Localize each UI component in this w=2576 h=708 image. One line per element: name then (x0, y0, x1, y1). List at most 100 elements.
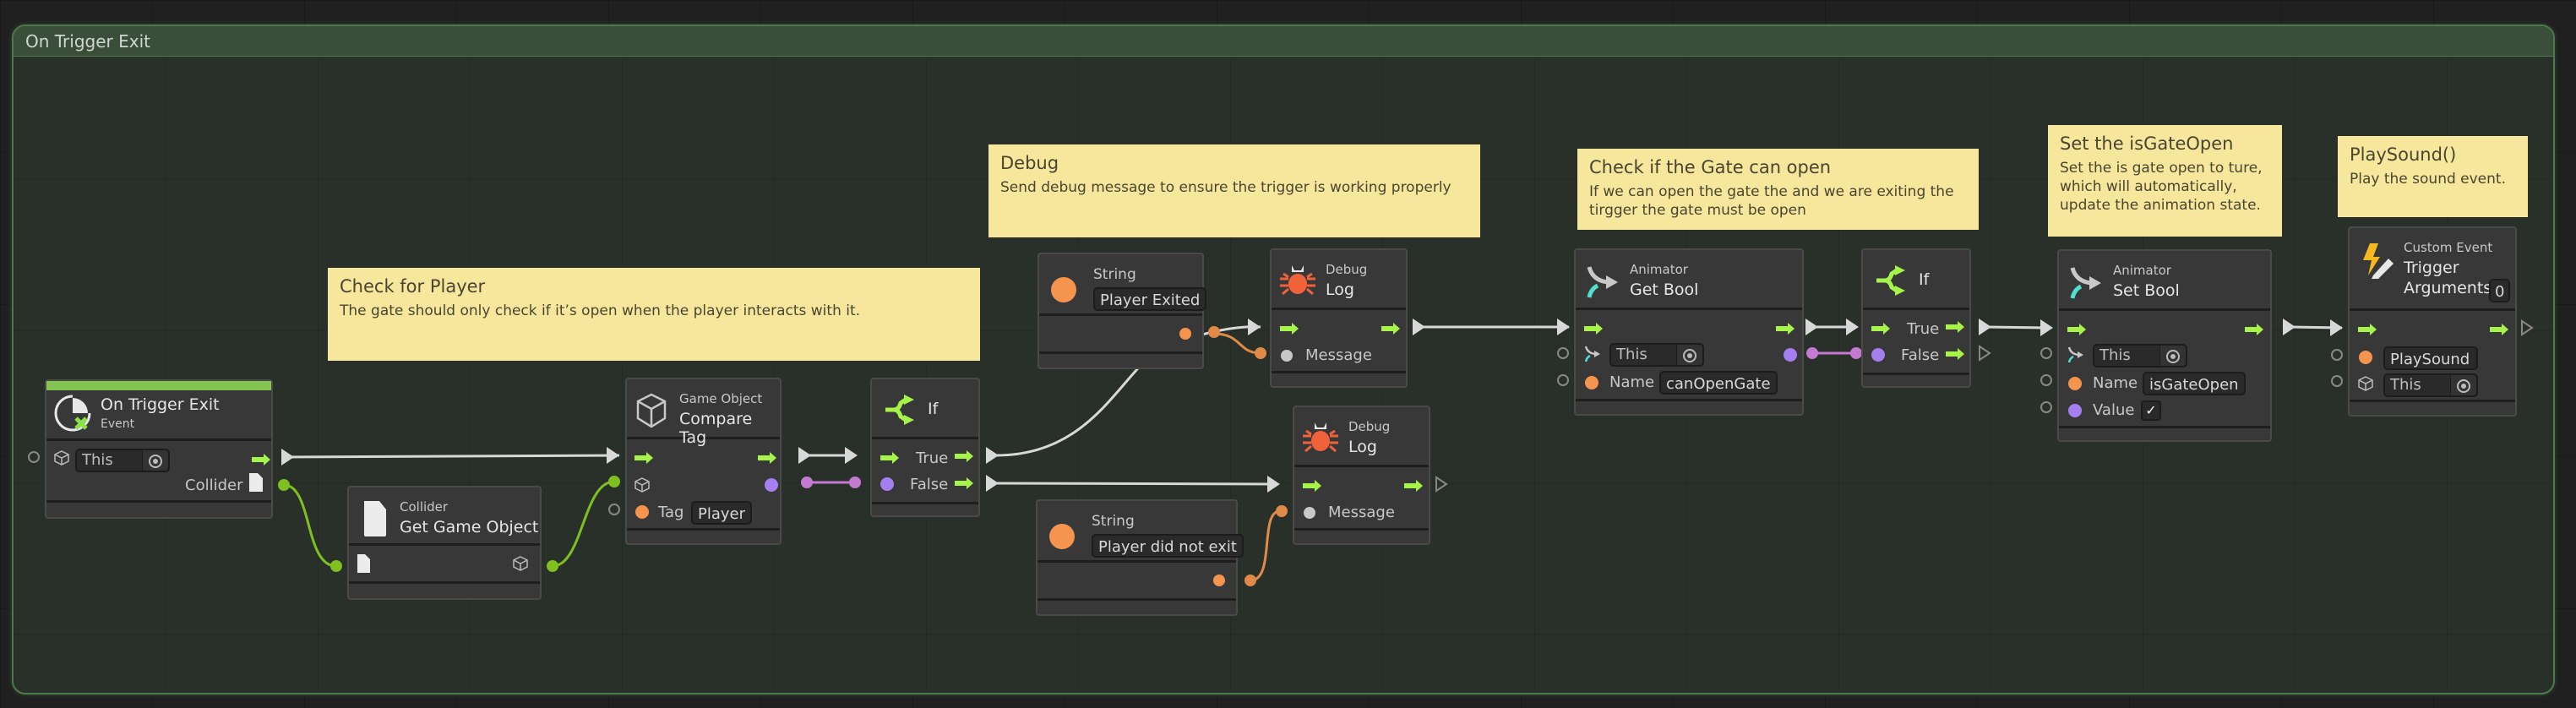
string-value-input[interactable]: Player Exited (1093, 287, 1207, 311)
node-animator-get-bool[interactable]: Animator Get Bool This Name canOpenGate (1574, 248, 1804, 416)
control-input-arrow-icon (634, 452, 653, 464)
node-compare-tag[interactable]: Game Object Compare Tag Tag Player (625, 378, 782, 545)
node-category: Debug (1326, 262, 1368, 277)
branch-icon (1876, 265, 1905, 296)
message-input-port[interactable] (1304, 507, 1315, 519)
true-output-arrow-icon (955, 450, 973, 462)
node-string-player-exited[interactable]: String Player Exited (1037, 253, 1207, 369)
lightning-pencil-icon (2363, 243, 2394, 279)
group-title: On Trigger Exit (25, 31, 150, 52)
node-on-trigger-exit[interactable]: On Trigger Exit Event This Collider (45, 379, 273, 519)
node-custom-event-trigger[interactable]: Custom Event Trigger Arguments 0 PlaySou… (2348, 226, 2517, 417)
condition-input-port[interactable] (1871, 348, 1885, 362)
false-label: False (1901, 346, 1940, 364)
cube-icon (54, 450, 69, 466)
string-output-port[interactable] (1179, 328, 1191, 340)
node-title: Get Game Object (400, 518, 539, 536)
message-label: Message (1305, 346, 1372, 364)
string-dot-icon (1051, 277, 1076, 302)
control-input-arrow-icon (1871, 323, 1890, 335)
node-get-game-object[interactable]: Collider Get Game Object (347, 486, 542, 600)
string-port[interactable] (2068, 377, 2082, 390)
control-output-arrow-icon (758, 452, 776, 464)
comment-check-gate[interactable]: Check if the Gate can open If we can ope… (1577, 149, 1979, 230)
condition-input-port[interactable] (880, 477, 894, 491)
control-output-arrow-icon (2245, 324, 2263, 335)
message-input-port[interactable] (1281, 350, 1293, 362)
boolean-output-port[interactable] (1784, 348, 1797, 362)
group-header[interactable]: On Trigger Exit (14, 26, 2553, 57)
node-debug-log-1[interactable]: Debug Log Message (1270, 248, 1408, 388)
node-if-2[interactable]: If True False (1861, 248, 1971, 388)
node-title: If (1919, 270, 1930, 289)
name-label: Name (2093, 374, 2138, 392)
value-checkbox[interactable]: ✓ (2141, 400, 2161, 421)
bug-icon (1303, 422, 1338, 453)
target-field[interactable]: This (75, 449, 170, 472)
comment-body: Send debug message to ensure the trigger… (1000, 179, 1451, 196)
node-category: Debug (1348, 419, 1391, 434)
node-title: Log (1326, 280, 1354, 299)
control-input-arrow-icon (2358, 324, 2377, 335)
comment-debug[interactable]: Debug Send debug message to ensure the t… (988, 144, 1480, 237)
node-category: String (1092, 513, 1135, 530)
string-output-port[interactable] (1213, 575, 1225, 586)
comment-body: Play the sound event. (2350, 171, 2506, 188)
collider-file-icon (249, 473, 263, 492)
control-output-arrow-icon (1404, 480, 1423, 492)
string-value-input[interactable]: Player did not exit (1092, 534, 1244, 558)
comment-play-sound[interactable]: PlaySound() Play the sound event. (2338, 136, 2528, 217)
node-title: If (928, 400, 939, 418)
target-value: This (2099, 346, 2131, 364)
true-label: True (1907, 320, 1940, 338)
comment-check-for-player[interactable]: Check for Player The gate should only ch… (328, 268, 980, 361)
object-picker-icon[interactable] (2159, 346, 2186, 366)
string-port[interactable] (635, 505, 649, 519)
node-title: Log (1348, 438, 1377, 456)
tag-input[interactable]: Player (691, 501, 753, 525)
string-dot-icon (1049, 524, 1075, 549)
object-picker-icon[interactable] (1676, 345, 1702, 365)
control-input-arrow-icon (2067, 324, 2086, 335)
comment-body: The gate should only check if it’s open … (340, 302, 861, 319)
node-debug-log-2[interactable]: Debug Log Message (1293, 406, 1430, 545)
output-label: Collider (185, 477, 243, 494)
comment-body: Set the is gate open to ture, which will… (2060, 160, 2263, 214)
arguments-count-input[interactable]: 0 (2489, 279, 2511, 302)
target-value: This (82, 451, 113, 469)
object-picker-icon[interactable] (142, 450, 168, 471)
comment-set-gate-open[interactable]: Set the isGateOpen Set the is gate open … (2048, 125, 2282, 237)
control-input-arrow-icon (880, 452, 899, 464)
target-value: This (1616, 346, 1647, 363)
animator-icon (1587, 266, 1618, 298)
node-category: Animator (2113, 263, 2171, 278)
comment-title: PlaySound() (2350, 144, 2457, 165)
target-field[interactable]: This (1609, 343, 1704, 367)
node-animator-set-bool[interactable]: Animator Set Bool This Name isGateOpen V… (2057, 249, 2272, 442)
string-port[interactable] (2359, 351, 2372, 364)
node-string-player-did-not-exit[interactable]: String Player did not exit (1036, 499, 1244, 616)
object-picker-icon[interactable] (2450, 375, 2476, 395)
control-output-arrow-icon (1776, 323, 1794, 335)
target-field[interactable]: This (2383, 373, 2478, 397)
comment-title: Set the isGateOpen (2060, 133, 2234, 154)
name-input[interactable]: canOpenGate (1659, 371, 1778, 395)
target-field[interactable]: This (2093, 344, 2187, 368)
animator-icon (1584, 346, 1600, 362)
boolean-input-port[interactable] (2068, 404, 2082, 417)
false-label: False (910, 476, 949, 493)
event-name-input[interactable]: PlaySound (2383, 346, 2478, 370)
value-label: Value (2093, 401, 2135, 419)
control-input-arrow-icon (1280, 323, 1299, 335)
boolean-output-port[interactable] (765, 478, 778, 492)
name-input[interactable]: isGateOpen (2143, 372, 2246, 395)
collider-file-icon (364, 501, 386, 536)
cube-icon (636, 393, 667, 428)
comment-title: Debug (1000, 153, 1059, 173)
bug-icon (1280, 265, 1315, 296)
comment-body: If we can open the gate the and we are e… (1589, 183, 1954, 219)
target-value: This (2390, 376, 2421, 394)
string-port[interactable] (1585, 376, 1598, 389)
node-if-1[interactable]: If True False (870, 378, 980, 517)
collider-file-icon (357, 554, 370, 573)
